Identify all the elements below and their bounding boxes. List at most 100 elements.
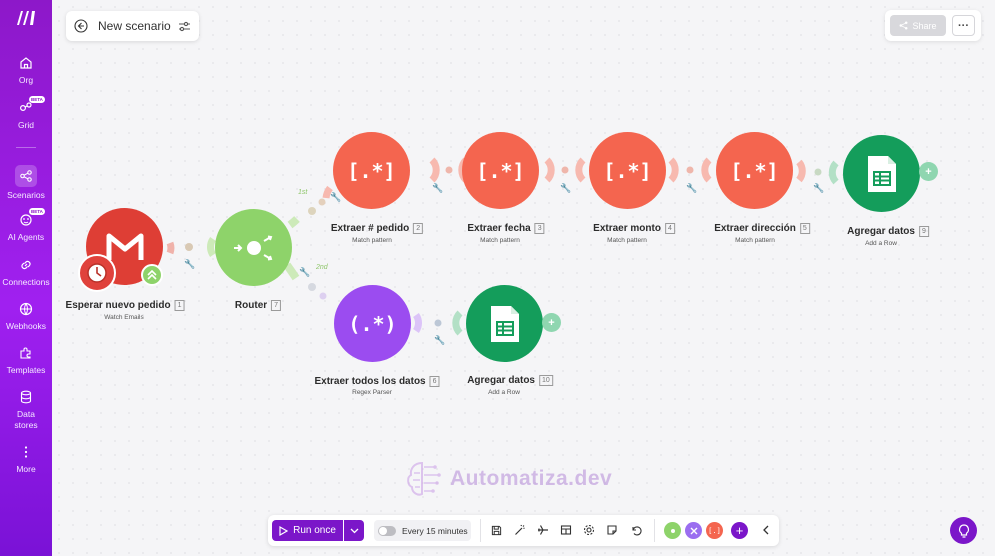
- regex-module-circle[interactable]: [.*]: [716, 132, 793, 209]
- wrench-icon[interactable]: 🔧: [686, 183, 697, 194]
- regex-icon: [.*]: [603, 158, 652, 183]
- module-name: Esperar nuevo pedido 1: [66, 300, 185, 311]
- wrench-icon[interactable]: 🔧: [434, 335, 445, 346]
- module-number: 3: [534, 223, 545, 234]
- connector-order-out[interactable]: [429, 157, 440, 183]
- module-number: 5: [799, 223, 810, 234]
- link-dot: [686, 166, 694, 174]
- save-icon[interactable]: [489, 523, 503, 537]
- help-button[interactable]: [950, 517, 977, 544]
- watermark: Automatiza.dev: [404, 459, 612, 499]
- regex-module-circle[interactable]: [.*]: [462, 132, 539, 209]
- connector-address-in[interactable]: [701, 157, 712, 183]
- run-options-dropdown[interactable]: [344, 520, 364, 541]
- link-dot: [185, 243, 193, 251]
- router-icon: [233, 235, 272, 260]
- module-title: Extraer fecha: [467, 223, 531, 234]
- module-subtitle: Match pattern: [480, 237, 520, 244]
- module-title: Agregar datos: [467, 375, 535, 386]
- clock-icon: [87, 263, 107, 283]
- schedule-label: Every 15 minutes: [402, 525, 468, 536]
- google-sheets-icon: [490, 305, 519, 342]
- sheets-module-circle[interactable]: [843, 135, 920, 212]
- sheets-module-circle[interactable]: [466, 285, 543, 362]
- note-icon[interactable]: [605, 523, 619, 537]
- magic-wand-icon[interactable]: [513, 523, 527, 537]
- run-once-label: Run once: [293, 525, 336, 536]
- add-module-plus-icon[interactable]: +: [919, 162, 938, 181]
- wrench-icon[interactable]: 🔧: [299, 267, 310, 278]
- schedule-clock-badge[interactable]: [78, 254, 116, 292]
- connector-amount-out[interactable]: [668, 157, 679, 183]
- module-title: Extraer # pedido: [330, 223, 410, 234]
- schedule-control[interactable]: Every 15 minutes: [374, 520, 471, 541]
- link-dot: [308, 207, 316, 215]
- regex-parser-module-circle[interactable]: (.*): [334, 285, 411, 362]
- module-number: 1: [174, 300, 185, 311]
- module-number: 4: [664, 223, 675, 234]
- module-name: Agregar datos 9: [847, 226, 929, 237]
- google-sheets-icon: [867, 155, 896, 192]
- module-subtitle: Regex Parser: [352, 389, 392, 396]
- link-dot: [319, 292, 327, 300]
- text-parser-icon[interactable]: [.]: [706, 522, 723, 539]
- module-name: Extraer monto 4: [593, 223, 675, 234]
- schedule-toggle[interactable]: [378, 525, 396, 536]
- chevron-left-icon[interactable]: [759, 523, 773, 537]
- airplane-icon[interactable]: [536, 523, 550, 537]
- module-subtitle: Add a Row: [865, 240, 897, 247]
- module-subtitle: Match pattern: [607, 237, 647, 244]
- router-module-circle[interactable]: [215, 209, 292, 286]
- regex-module-circle[interactable]: [.*]: [333, 132, 410, 209]
- wrench-icon[interactable]: 🔧: [184, 259, 195, 270]
- add-module-plus-icon[interactable]: +: [542, 313, 561, 332]
- module-number: 10: [539, 375, 553, 386]
- connector-date-out[interactable]: [544, 157, 555, 183]
- link-dot: [434, 319, 442, 327]
- module-number: 9: [918, 226, 929, 237]
- regex-icon: [.*]: [730, 158, 779, 183]
- connector-router-in[interactable]: [207, 237, 217, 257]
- connector-regex-out[interactable]: [412, 313, 422, 333]
- wrench-icon[interactable]: 🔧: [330, 192, 341, 203]
- gmail-icon: [106, 233, 143, 260]
- layout-icon[interactable]: [559, 523, 573, 537]
- connector-address-out[interactable]: [796, 159, 806, 183]
- link-dot: [318, 198, 326, 206]
- wrench-icon[interactable]: 🔧: [560, 183, 571, 194]
- connector-amount-in[interactable]: [575, 157, 586, 183]
- module-name: Agregar datos 10: [467, 375, 553, 386]
- run-once-button[interactable]: Run once: [272, 520, 343, 541]
- module-title: Agregar datos: [847, 226, 915, 237]
- connector-router-route1[interactable]: [287, 216, 300, 229]
- module-number: 2: [413, 223, 424, 234]
- module-subtitle: Match pattern: [352, 237, 392, 244]
- undo-icon[interactable]: [629, 523, 643, 537]
- toolbar-divider: [654, 519, 655, 542]
- bottom-toolbar: Run once Every 15 minutes [.] +: [268, 515, 779, 546]
- gear-icon[interactable]: [582, 523, 596, 537]
- link-dot: [445, 166, 453, 174]
- module-name: Extraer dirección 5: [714, 223, 810, 234]
- connector-router-route2[interactable]: [283, 262, 300, 281]
- module-subtitle: Match pattern: [735, 237, 775, 244]
- module-title: Router: [234, 300, 268, 311]
- tools-icon[interactable]: [664, 522, 681, 539]
- module-title: Esperar nuevo pedido: [65, 300, 171, 311]
- route-label-second: 2nd: [316, 264, 328, 271]
- connector-gmail-out[interactable]: [166, 241, 175, 255]
- regex-module-circle[interactable]: [.*]: [589, 132, 666, 209]
- module-name: Extraer todos los datos 6: [314, 376, 440, 387]
- link-dot: [814, 168, 822, 176]
- link-dot: [561, 166, 569, 174]
- wrench-icon[interactable]: 🔧: [813, 183, 824, 194]
- link-dot: [308, 283, 316, 291]
- connector-sheets-top-in[interactable]: [828, 160, 839, 185]
- wrench-icon[interactable]: 🔧: [432, 183, 443, 194]
- double-chevron-up-icon: [147, 269, 157, 280]
- flow-control-icon[interactable]: [685, 522, 702, 539]
- connector-sheets-bottom-in[interactable]: [452, 310, 463, 336]
- regex-icon: [.*]: [347, 158, 396, 183]
- add-module-icon[interactable]: +: [731, 522, 748, 539]
- regex-parser-icon: (.*): [348, 311, 397, 336]
